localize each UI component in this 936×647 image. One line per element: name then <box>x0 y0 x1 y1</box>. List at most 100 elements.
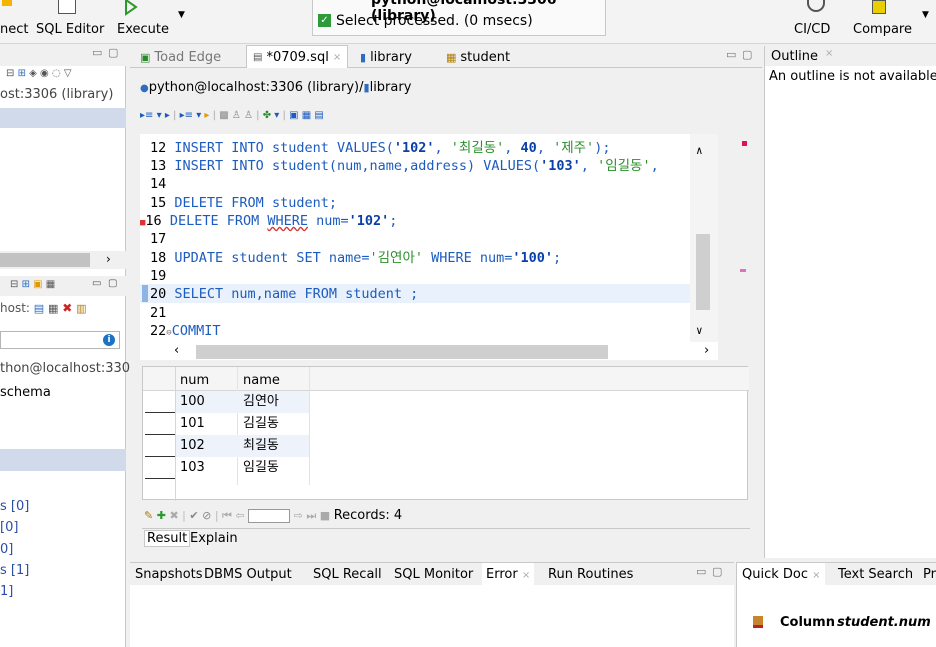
remove-icon[interactable]: ◌ <box>52 68 61 79</box>
column-header-num[interactable]: num <box>180 370 209 392</box>
scroll-right-icon[interactable]: › <box>106 252 111 266</box>
grid-icon[interactable]: ▥ <box>76 302 86 315</box>
tab-sql-recall[interactable]: SQL Recall <box>313 567 382 582</box>
outline-tab[interactable]: Outline × <box>765 46 936 66</box>
table-row[interactable]: 102 최길동 <box>143 435 749 457</box>
close-icon[interactable]: × <box>825 48 833 59</box>
sql-editor-button[interactable]: SQL Editor <box>36 22 104 37</box>
cell-num[interactable]: 103 <box>180 457 205 479</box>
tab-toad-edge[interactable]: ▣ Toad Edge <box>134 46 227 68</box>
cell-name[interactable]: 김연아 <box>243 391 279 413</box>
count-item[interactable]: s [0] <box>0 499 29 514</box>
maximize-icon[interactable]: ▢ <box>108 278 117 289</box>
scroll-right-icon[interactable]: › <box>704 343 709 358</box>
editor-hscroll[interactable]: ‹ › <box>140 342 718 360</box>
delete-icon[interactable]: ✖ <box>62 301 72 315</box>
cell-num[interactable]: 100 <box>180 391 205 413</box>
rollback-icon[interactable]: ♙ <box>244 110 253 121</box>
close-icon[interactable]: × <box>522 570 530 581</box>
tab-snapshots[interactable]: Snapshots <box>135 567 203 582</box>
minimize-icon[interactable]: ▭ <box>726 48 736 61</box>
tab-error[interactable]: Error × <box>482 563 535 585</box>
add-icon[interactable]: ◉ <box>40 68 49 79</box>
count-item[interactable]: [0] <box>0 520 18 535</box>
dropdown-icon[interactable]: ▾ <box>196 110 201 121</box>
cell-name[interactable]: 임길동 <box>243 457 279 479</box>
tab-run-routines[interactable]: Run Routines <box>548 567 633 582</box>
cell-name[interactable]: 최길동 <box>243 435 279 457</box>
layout1-icon[interactable]: ▣ <box>289 110 298 121</box>
run-statement-icon[interactable]: ▸≡ <box>140 110 153 121</box>
link-icon[interactable]: ⊞ <box>18 68 26 79</box>
run-icon[interactable]: ▸ <box>165 110 170 121</box>
table-icon[interactable]: ▦ <box>48 302 58 315</box>
connection-selected-row[interactable] <box>0 108 126 128</box>
breadcrumb-connection[interactable]: python@localhost:3306 (library)/ <box>149 80 364 95</box>
tab-student[interactable]: ▦ student <box>440 46 516 68</box>
tab-result[interactable]: Result <box>144 530 191 547</box>
stop-fetch-icon[interactable]: ■ <box>320 509 330 522</box>
dropdown-icon[interactable]: ▾ <box>157 110 162 121</box>
layout3-icon[interactable]: ▤ <box>314 110 323 121</box>
scroll-up-icon[interactable]: ∧ <box>696 142 703 160</box>
breadcrumb-schema[interactable]: library <box>370 80 412 95</box>
left-search-input[interactable]: i <box>0 331 120 349</box>
collapse-icon[interactable]: ⊟ <box>6 68 14 79</box>
step-icon[interactable]: ▸ <box>204 110 209 121</box>
tab-explain[interactable]: Explain <box>190 531 238 546</box>
code-editor[interactable]: 12 INSERT INTO student VALUES('102', '최길… <box>140 134 718 342</box>
row-input[interactable] <box>248 509 291 523</box>
connection-item[interactable]: ost:3306 (library) <box>0 87 113 102</box>
table-row[interactable]: 103 임길동 <box>143 457 749 479</box>
editor-vscroll[interactable]: ∧ ∨ <box>690 134 718 342</box>
edit-icon[interactable]: ✎ <box>144 509 153 522</box>
maximize-icon[interactable]: ▢ <box>712 565 722 578</box>
delete-row-icon[interactable]: ✖ <box>169 509 178 522</box>
tab-sql-file[interactable]: ▤ *0709.sql × <box>246 45 349 68</box>
menu-icon[interactable]: ▽ <box>64 68 72 79</box>
connect-icon[interactable] <box>2 0 12 6</box>
cell-name[interactable]: 김길동 <box>243 413 279 435</box>
minimize-icon[interactable]: ▭ <box>92 278 101 289</box>
compare-button[interactable]: Compare <box>853 22 912 37</box>
schema-icon[interactable]: ▤ <box>34 302 44 315</box>
close-icon[interactable]: × <box>812 570 820 581</box>
last-icon[interactable]: ⏭ <box>306 509 316 522</box>
count-item[interactable]: s [1] <box>0 563 29 578</box>
compare-dropdown-icon[interactable]: ▼ <box>922 10 929 20</box>
commit-icon[interactable]: ♙ <box>232 110 241 121</box>
tree-item-connection[interactable]: thon@localhost:330 <box>0 361 130 376</box>
first-icon[interactable]: ⏮ <box>222 509 232 522</box>
scroll-left-icon[interactable]: ‹ <box>174 343 179 358</box>
next-icon[interactable]: ⇨ <box>294 509 303 522</box>
tab-text-search[interactable]: Text Search <box>838 567 913 582</box>
run-script-icon[interactable]: ▸≡ <box>180 110 193 121</box>
column-header-name[interactable]: name <box>243 370 280 392</box>
maximize-icon[interactable]: ▢ <box>108 46 118 59</box>
tree-selected-row[interactable] <box>0 449 126 471</box>
tab-dbms-output[interactable]: DBMS Output <box>204 567 292 582</box>
count-item[interactable]: 0] <box>0 542 13 557</box>
scroll-down-icon[interactable]: ∨ <box>696 322 703 340</box>
table-row[interactable]: 101 김길동 <box>143 413 749 435</box>
cancel-icon[interactable]: ⊘ <box>202 509 211 522</box>
stop-icon[interactable]: ▩ <box>219 110 228 121</box>
minimize-icon[interactable]: ▭ <box>92 46 102 59</box>
connect-button[interactable]: nect <box>0 22 28 37</box>
minimize-icon[interactable]: ▭ <box>696 565 706 578</box>
prev-icon[interactable]: ⇦ <box>235 509 244 522</box>
error-overview-marker[interactable] <box>742 141 747 146</box>
count-item[interactable]: 1] <box>0 584 13 599</box>
cell-num[interactable]: 102 <box>180 435 205 457</box>
close-icon[interactable]: × <box>333 52 341 63</box>
layout2-icon[interactable]: ▦ <box>302 110 311 121</box>
tab-sql-monitor[interactable]: SQL Monitor <box>394 567 473 582</box>
execute-button[interactable]: Execute <box>117 22 169 37</box>
cell-num[interactable]: 101 <box>180 413 205 435</box>
add-row-icon[interactable]: ✚ <box>157 509 166 522</box>
tab-more[interactable]: Pr <box>923 567 936 582</box>
filter-icon[interactable]: ◈ <box>29 68 37 79</box>
maximize-icon[interactable]: ▢ <box>742 48 752 61</box>
cicd-button[interactable]: CI/CD <box>794 22 830 37</box>
format-icon[interactable]: ✤ <box>263 110 271 121</box>
